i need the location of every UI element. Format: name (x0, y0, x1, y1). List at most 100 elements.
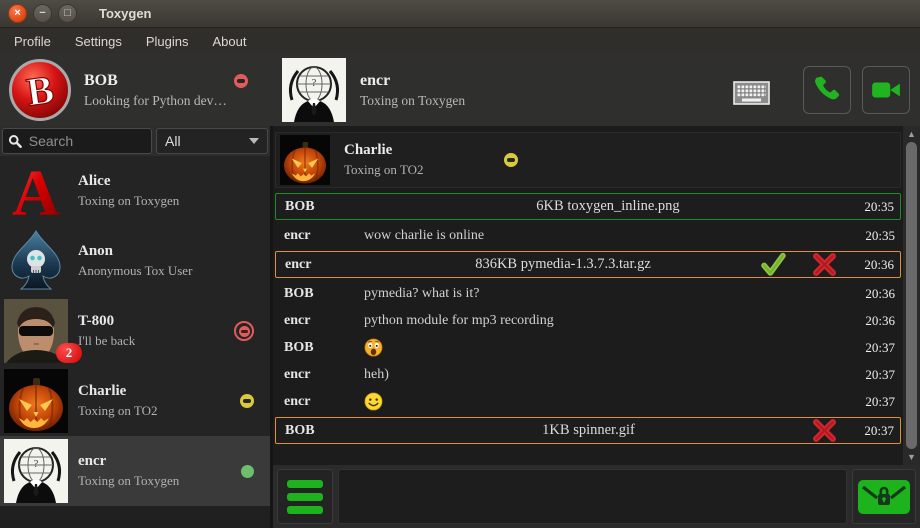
message-time: 20:36 (852, 313, 900, 329)
decline-x-icon[interactable] (812, 418, 837, 443)
message-sender: encr (277, 257, 365, 273)
chat-contact-status-message: Toxing on TO2 (344, 162, 504, 178)
chat-contact-avatar (280, 135, 330, 185)
text-message: encr wow charlie is online 20:35 (275, 222, 901, 249)
keyboard-icon[interactable] (733, 81, 770, 110)
contacts-panel: All A (0, 126, 270, 528)
active-contact-status-message: Toxing on Toxygen (360, 93, 465, 109)
red-letter-a-icon: A (4, 159, 68, 223)
active-contact-name: encr (360, 72, 465, 90)
file-name: 6KB toxygen_inline.png (365, 198, 851, 215)
file-transfer-message[interactable]: BOB 1KB spinner.gif 20:37 (275, 417, 901, 444)
scroll-down-arrow-icon[interactable]: ▼ (907, 451, 916, 463)
text-message: BOB pymedia? what is it? 20:36 (275, 280, 901, 307)
file-transfer-message[interactable]: BOB 6KB toxygen_inline.png 20:35 (275, 193, 901, 220)
message-time: 20:37 (852, 394, 900, 410)
message-text: heh) (364, 367, 852, 383)
hamburger-menu-icon (287, 480, 323, 488)
contact-status-message: Toxing on Toxygen (78, 193, 270, 209)
svg-text:?: ? (34, 458, 39, 470)
window-maximize-button[interactable]: □ (58, 4, 77, 23)
encr-avatar: ? (4, 439, 68, 503)
away-status-icon (240, 394, 254, 408)
window-close-button[interactable]: × (8, 4, 27, 23)
message-input[interactable] (338, 469, 847, 524)
phone-icon (811, 74, 843, 106)
jack-o-lantern-icon (4, 369, 68, 433)
menu-settings[interactable]: Settings (63, 30, 134, 53)
anonymous-mask-icon: ? (4, 439, 68, 503)
file-name: 1KB spinner.gif (365, 422, 812, 439)
text-message: encr heh) 20:37 (275, 361, 901, 388)
file-name: 836KB pymedia-1.3.7.3.tar.gz (365, 256, 761, 273)
contact-filter-dropdown[interactable]: All (156, 128, 268, 154)
menu-about[interactable]: About (200, 30, 258, 53)
contact-item-t800[interactable]: 2 T-800 I'll be back (0, 296, 270, 366)
anonymous-mask-icon: ? (282, 58, 346, 122)
message-time: 20:35 (852, 228, 900, 244)
file-transfer-message[interactable]: encr 836KB pymedia-1.3.7.3.tar.gz (275, 251, 901, 278)
contact-item-anon[interactable]: Anon Anonymous Tox User (0, 226, 270, 296)
window-minimize-button[interactable]: − (33, 4, 52, 23)
video-call-button[interactable] (862, 66, 910, 114)
chevron-down-icon (249, 138, 259, 144)
accept-check-icon[interactable] (761, 252, 786, 277)
send-button[interactable] (852, 469, 916, 524)
messages-list: BOB 6KB toxygen_inline.png 20:35 encr wo… (275, 193, 901, 444)
audio-call-button[interactable] (803, 66, 851, 114)
self-avatar[interactable]: B (8, 58, 72, 122)
contact-item-charlie[interactable]: Charlie Toxing on TO2 (0, 366, 270, 436)
chat-panel: Charlie Toxing on TO2 BOB 6KB toxygen_in… (270, 126, 920, 528)
contact-item-alice[interactable]: A Alice Toxing on Toxygen (0, 156, 270, 226)
chat-contact-card[interactable]: Charlie Toxing on TO2 (275, 132, 901, 188)
contact-name: encr (78, 453, 241, 470)
active-contact-header: ? encr Toxing on Toxygen (282, 58, 465, 122)
menu-bar: Profile Settings Plugins About (0, 28, 920, 54)
search-input[interactable] (27, 132, 146, 150)
hamburger-menu-button[interactable] (277, 469, 333, 524)
message-sender: encr (276, 367, 364, 383)
contact-status-message: Toxing on TO2 (78, 403, 240, 419)
message-text: wow charlie is online (364, 228, 852, 244)
compose-bar (273, 465, 920, 528)
scroll-up-arrow-icon[interactable]: ▲ (907, 128, 916, 140)
decline-x-icon[interactable] (812, 252, 837, 277)
unread-count-badge: 2 (56, 343, 82, 363)
message-text: pymedia? what is it? (364, 286, 852, 302)
menu-plugins[interactable]: Plugins (134, 30, 201, 53)
video-camera-icon (870, 74, 902, 106)
scrollbar-thumb[interactable] (906, 142, 917, 449)
message-time: 20:37 (852, 367, 900, 383)
chat-scrollbar[interactable]: ▲ ▼ (903, 126, 920, 465)
message-time: 20:36 (851, 257, 899, 273)
search-icon (8, 133, 22, 149)
contact-status-message: Toxing on Toxygen (78, 473, 241, 489)
skull-spade-icon (4, 229, 68, 293)
message-sender: encr (276, 313, 364, 329)
search-box[interactable] (2, 128, 152, 154)
window-title: Toxygen (99, 6, 152, 21)
contact-name: Alice (78, 173, 270, 190)
contact-name: T-800 (78, 313, 234, 330)
message-sender: BOB (277, 199, 365, 215)
jack-o-lantern-icon (280, 135, 330, 185)
self-profile[interactable]: B BOB Looking for Python dev… (0, 58, 270, 122)
toxygen-window: × − □ Toxygen Profile Settings Plugins A… (0, 0, 920, 528)
menu-profile[interactable]: Profile (2, 30, 63, 53)
charlie-avatar (4, 369, 68, 433)
message-sender: encr (276, 394, 364, 410)
online-status-icon (241, 465, 254, 478)
encrypted-send-icon (858, 480, 910, 514)
call-controls (733, 66, 920, 114)
self-status-busy-icon[interactable] (234, 74, 248, 88)
title-bar: × − □ Toxygen (0, 0, 920, 28)
anon-avatar (4, 229, 68, 293)
self-name: BOB (84, 72, 118, 90)
emoji-message: BOB (275, 334, 901, 361)
emoji-message: encr (275, 388, 901, 415)
contact-item-encr[interactable]: ? encr Toxing on Toxygen (0, 436, 270, 506)
contact-status-message: Anonymous Tox User (78, 263, 270, 279)
message-sender: encr (276, 228, 364, 244)
message-text: python module for mp3 recording (364, 313, 852, 329)
t800-avatar: 2 (4, 299, 68, 363)
